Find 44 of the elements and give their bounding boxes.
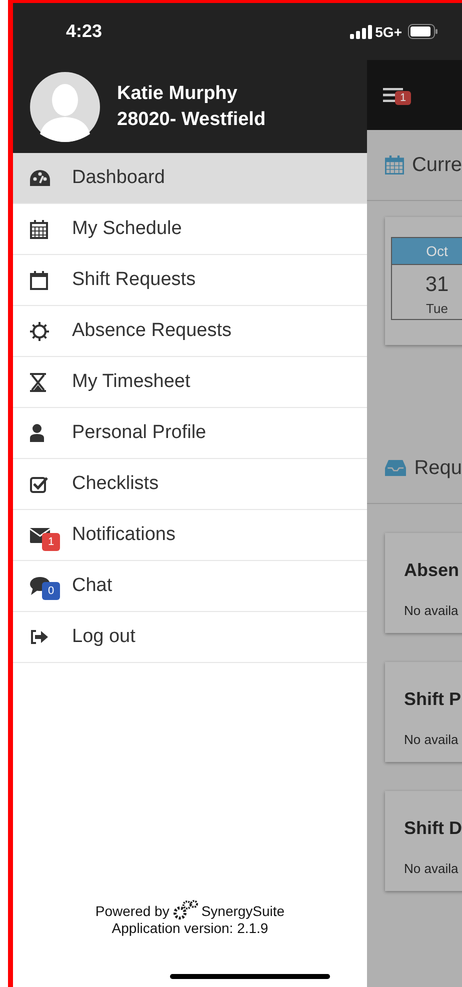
menu-item[interactable]: 0 Chat [13,561,367,612]
checkbox-icon [30,476,48,492]
battery-icon [408,24,438,39]
logout-icon [30,630,48,644]
signal-icon [350,24,372,38]
menu-item[interactable]: Log out [13,612,367,663]
card-title: Absen [404,560,460,581]
person-icon [30,424,44,442]
status-time: 4:23 [66,21,102,42]
menu-item[interactable]: 1 Notifications [13,510,367,561]
section-title: Curre [412,154,462,176]
inbox-icon [385,459,406,477]
gear-icon [30,322,49,340]
brand-name: SynergySuite [201,903,285,920]
card-title: Shift D [404,818,462,839]
count-badge: 0 [42,582,60,600]
card-text: No availa [404,732,460,747]
calendar-icon [30,270,48,290]
menu-item[interactable]: Personal Profile [13,408,367,459]
card-text: No availa [404,861,460,876]
menu-item[interactable]: Dashboard [13,153,367,204]
date-day: 31 [425,273,449,297]
calendar-icon [30,220,48,238]
menu-item[interactable]: Checklists [13,459,367,510]
date-month: Oct [392,238,462,265]
menu-item[interactable]: My Schedule [13,204,367,255]
card-text: No availa [404,603,460,618]
powered-by-label: Powered by [95,903,170,920]
count-badge: 1 [42,532,60,550]
hourglass-icon [30,372,46,392]
menu-item[interactable]: Absence Requests [13,306,367,357]
dashboard-icon [30,170,50,186]
date-weekday: Tue [426,301,448,316]
version-label: Application version: 2.1.9 [112,920,268,937]
menu-item[interactable]: Shift Requests [13,255,367,306]
gears-logo-icon [172,900,198,920]
avatar [30,72,100,142]
user-name: Katie Murphy [117,82,238,106]
network-label: 5G+ [375,24,402,40]
section-title: Requ [414,456,462,480]
count-badge: 1 [395,91,412,105]
user-location: 28020- Westfield [117,108,266,132]
menu-item[interactable]: My Timesheet [13,357,367,408]
card-title: Shift P [404,689,462,710]
